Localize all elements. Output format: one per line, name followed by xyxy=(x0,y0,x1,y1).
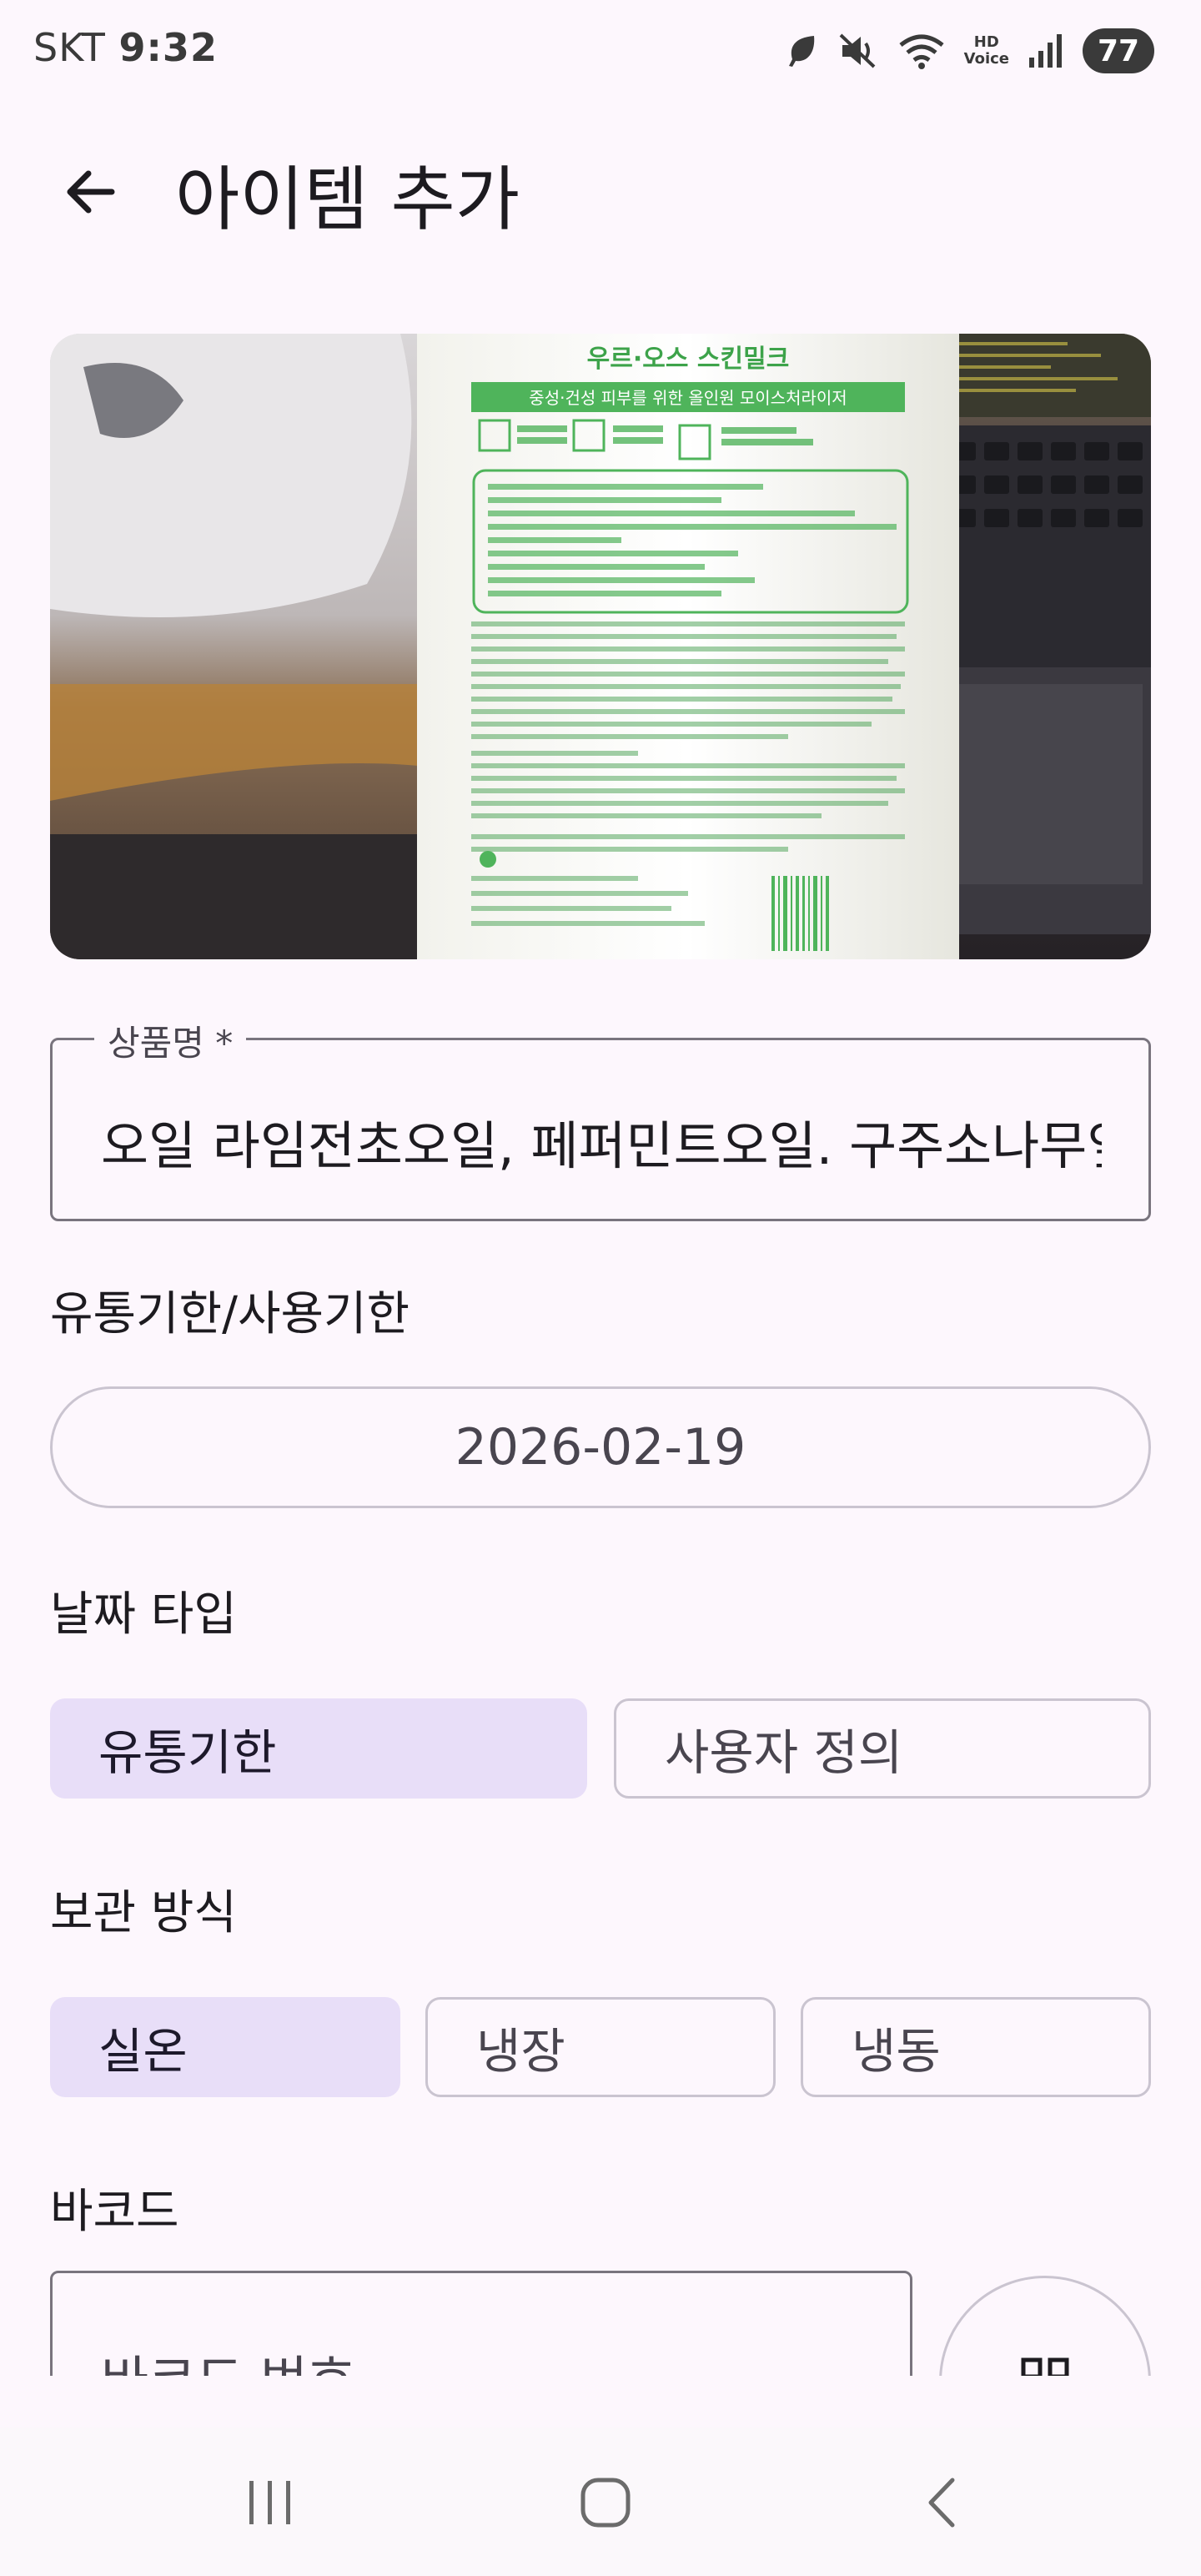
nav-home-button[interactable] xyxy=(547,2461,664,2544)
photo-product-name: 우르·오스 스킨밀크 xyxy=(587,345,790,374)
product-name-field[interactable]: 상품명 * 오일 라임전초오일, 페퍼민트오일. 구주소나무잎오일 xyxy=(50,1015,1151,1221)
product-photo[interactable]: 우르·오스 스킨밀크 중성·건성 피부를 위한 올인원 모이스처라이저 xyxy=(50,334,1151,959)
product-name-label: 상품명 * xyxy=(94,1015,247,1066)
storage-chip-freezer[interactable]: 냉동 xyxy=(801,1997,1151,2097)
page-title: 아이템 추가 xyxy=(175,158,520,240)
nav-recents-button[interactable] xyxy=(212,2461,329,2544)
barcode-label: 바코드 xyxy=(50,2185,179,2239)
top-app-bar: 아이템 추가 xyxy=(0,125,1201,250)
status-bar: SKT 9:32 HD Voice 77 xyxy=(0,0,1201,108)
expiry-date-button[interactable]: 2026-02-19 xyxy=(50,1386,1151,1508)
back-button[interactable] xyxy=(50,152,130,232)
hd-voice-icon: HD Voice xyxy=(963,33,1009,68)
product-name-input[interactable]: 오일 라임전초오일, 페퍼민트오일. 구주소나무잎오일 xyxy=(101,1104,1102,1179)
storage-chip-fridge[interactable]: 냉장 xyxy=(425,1997,776,2097)
clock: 9:32 xyxy=(118,25,218,70)
battery-indicator: 77 xyxy=(1083,28,1154,73)
expiry-label: 유통기한/사용기한 xyxy=(50,1287,410,1341)
arrow-left-icon xyxy=(67,170,115,214)
storage-label: 보관 방식 xyxy=(50,1886,237,1940)
date-type-chip-custom[interactable]: 사용자 정의 xyxy=(614,1698,1151,1799)
nav-back-button[interactable] xyxy=(884,2461,1001,2544)
product-photo-image: 우르·오스 스킨밀크 중성·건성 피부를 위한 올인원 모이스처라이저 xyxy=(50,334,1151,959)
carrier-time: SKT 9:32 xyxy=(33,25,218,70)
photo-product-subtitle: 중성·건성 피부를 위한 올인원 모이스처라이저 xyxy=(529,388,847,408)
status-icons: HD Voice 77 xyxy=(786,28,1154,73)
recents-icon xyxy=(249,2481,290,2524)
date-type-label: 날짜 타입 xyxy=(50,1587,237,1642)
mute-icon xyxy=(837,30,879,72)
date-type-chip-expiry[interactable]: 유통기한 xyxy=(50,1698,587,1799)
back-icon xyxy=(928,2478,955,2528)
system-nav-bar xyxy=(0,2428,1201,2576)
carrier: SKT xyxy=(33,25,106,70)
storage-chip-room-temp[interactable]: 실온 xyxy=(50,1997,400,2097)
wifi-icon xyxy=(897,30,946,72)
home-icon xyxy=(580,2478,631,2528)
leaf-icon xyxy=(786,30,819,72)
signal-icon xyxy=(1028,30,1064,72)
